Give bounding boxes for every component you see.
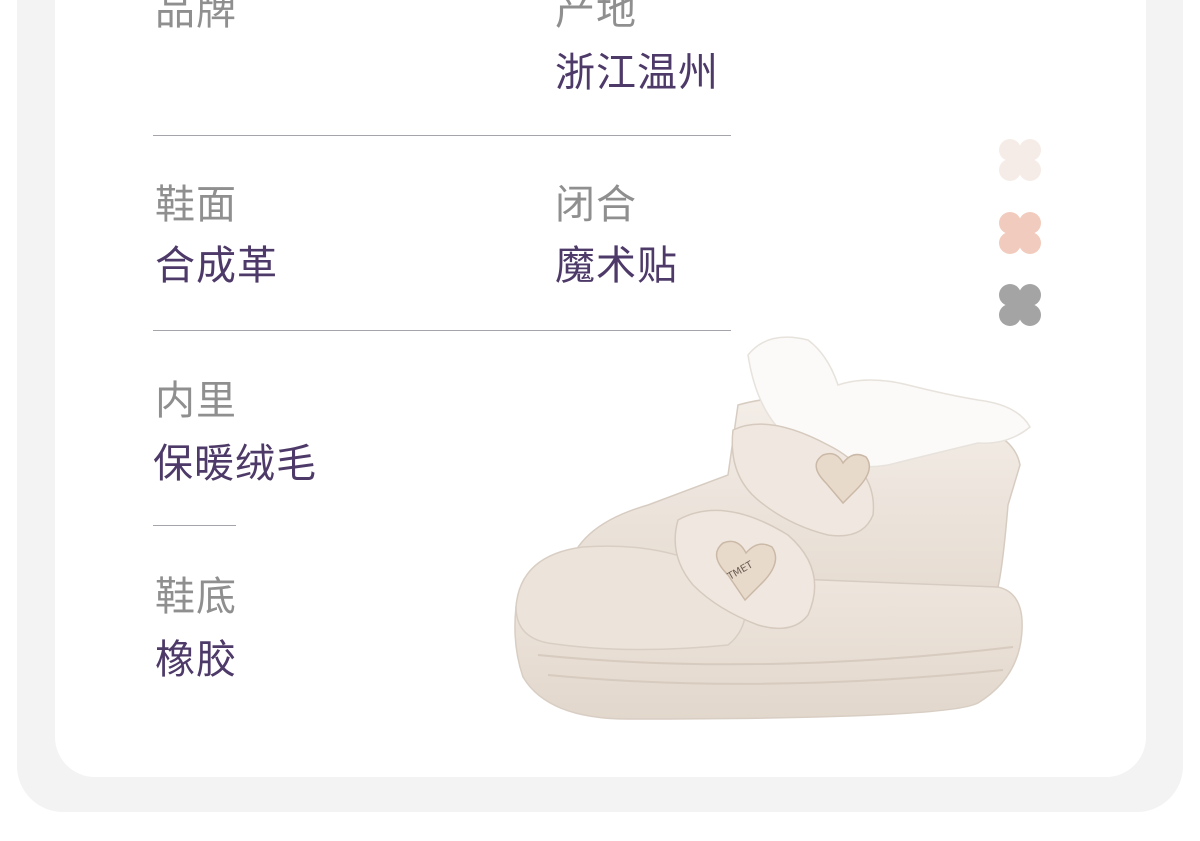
closure-label: 闭合: [555, 182, 637, 228]
swatch-cream[interactable]: [995, 135, 1045, 185]
product-boot-image: TMET: [514, 336, 1031, 720]
upper-label: 鞋面: [155, 182, 237, 228]
row-divider: [153, 525, 236, 526]
origin-label: 产地: [555, 0, 637, 34]
origin-value: 浙江温州: [555, 50, 719, 96]
swatch-pink-shape: [999, 212, 1041, 254]
sole-label: 鞋底: [155, 574, 237, 620]
swatch-gray[interactable]: [995, 280, 1045, 330]
closure-value: 魔术贴: [555, 243, 678, 289]
swatch-pink[interactable]: [995, 208, 1045, 258]
brand-label: 品牌: [155, 0, 237, 34]
lining-value: 保暖绒毛: [153, 441, 317, 487]
sole-value: 橡胶: [155, 637, 237, 683]
lining-label: 内里: [155, 378, 237, 424]
upper-value: 合成革: [155, 243, 278, 289]
row-divider: [153, 135, 731, 136]
swatch-gray-shape: [999, 284, 1041, 326]
swatch-cream-shape: [999, 139, 1041, 181]
